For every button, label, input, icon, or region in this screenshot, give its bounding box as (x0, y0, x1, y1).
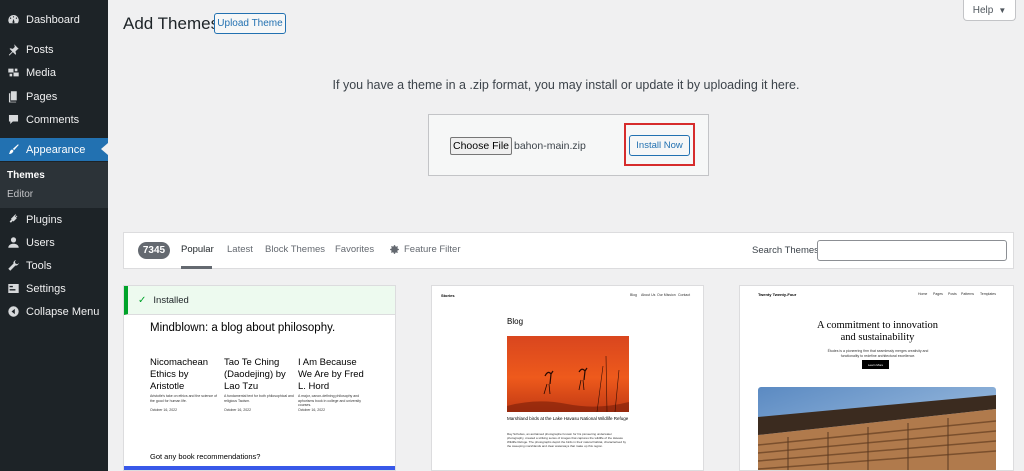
preview-nav-item: Contact (678, 293, 691, 297)
preview-nav-item: Pages (933, 292, 943, 296)
admin-sidebar: Dashboard Posts Media Pages Comments App… (0, 0, 108, 471)
upload-form: Choose File bahon-main.zip Install Now (428, 114, 709, 176)
collapse-icon (6, 305, 20, 319)
upload-description: If you have a theme in a .zip format, yo… (332, 78, 800, 92)
preview-nav-item: Blog (630, 293, 638, 297)
preview-post-title: Tao Te Ching (Daodejing) by Lao Tzu (224, 357, 286, 392)
pin-icon (6, 43, 20, 57)
preview-post-excerpt: Aristotle's take on ethics and the scien… (150, 394, 218, 403)
sidebar-item-label: Settings (26, 282, 66, 295)
sidebar-item-label: Posts (26, 43, 54, 56)
installed-notice: ✓ Installed (124, 286, 395, 315)
preview-site-title: Stories (441, 293, 455, 298)
theme-count-badge: 7345 (138, 242, 170, 259)
selected-file-name: bahon-main.zip (514, 140, 586, 152)
preview-nav-item: Templates (980, 292, 996, 296)
feature-filter-button[interactable]: Feature Filter (389, 244, 461, 255)
theme-card-installed[interactable]: ✓ Installed Mindblown: a blog about phil… (123, 285, 396, 471)
settings-icon (6, 282, 20, 296)
help-label: Help (972, 4, 994, 16)
gear-icon (390, 245, 399, 254)
theme-filter-bar: 7345 Popular Latest Block Themes Favorit… (123, 232, 1014, 269)
preview-body-text: Ray Schultes, an acclaimed photographer … (507, 432, 627, 448)
sidebar-item-plugins[interactable]: Plugins (0, 208, 108, 231)
sidebar-item-label: Media (26, 66, 56, 79)
preview-headline: A commitment to innovation and sustainab… (816, 320, 939, 343)
plug-icon (6, 213, 20, 227)
sidebar-item-dashboard[interactable]: Dashboard (0, 8, 108, 31)
preview-footer-text: Got any book recommendations? (150, 452, 261, 461)
card-footer-bar (124, 466, 395, 470)
preview-nav-item: Patterns (961, 292, 975, 296)
tab-latest[interactable]: Latest (227, 244, 253, 255)
checkmark-icon: ✓ (138, 294, 147, 306)
sidebar-item-tools[interactable]: Tools (0, 254, 108, 277)
sidebar-item-label: Comments (26, 113, 80, 126)
feature-filter-label: Feature Filter (404, 244, 461, 256)
user-icon (6, 236, 20, 250)
preview-heading: Mindblown: a blog about philosophy. (150, 322, 336, 334)
sidebar-item-pages[interactable]: Pages (0, 85, 108, 108)
preview-image-building (758, 387, 996, 470)
pages-icon (6, 90, 20, 104)
preview-nav-item: Posts (948, 292, 957, 296)
search-themes-input[interactable] (817, 240, 1007, 261)
media-icon (6, 66, 20, 80)
sidebar-item-users[interactable]: Users (0, 231, 108, 254)
preview-nav-item: About Us (641, 293, 656, 297)
dashboard-icon (6, 13, 20, 27)
preview-post-title: I Am Because We Are by Fred L. Hord (298, 357, 364, 392)
sidebar-item-label: Plugins (26, 213, 63, 226)
active-indicator (101, 143, 108, 155)
preview-post-date: October 16, 2022 (298, 408, 326, 412)
submenu-item-editor[interactable]: Editor (7, 189, 33, 200)
preview-post-date: October 16, 2022 (224, 408, 252, 412)
sidebar-item-settings[interactable]: Settings (0, 277, 108, 300)
paintbrush-icon (6, 143, 20, 157)
tab-block-themes[interactable]: Block Themes (265, 244, 325, 255)
sidebar-item-label: Tools (26, 259, 52, 272)
page-title: Add Themes (123, 14, 220, 33)
sidebar-item-label: Collapse Menu (26, 305, 100, 318)
preview-image-birds (507, 336, 629, 412)
building-illustration (758, 395, 996, 470)
theme-card-twenty-twenty-four[interactable]: Twenty Twenty-Four Home Pages Posts Patt… (739, 285, 1014, 471)
appearance-submenu: Themes Editor (0, 162, 108, 208)
collapse-menu-button[interactable]: Collapse Menu (0, 300, 108, 323)
installed-label: Installed (153, 294, 189, 306)
preview-site-title: Twenty Twenty-Four (758, 292, 797, 297)
sidebar-item-label: Appearance (26, 143, 86, 156)
preview-heading: Blog (507, 317, 524, 326)
submenu-item-themes[interactable]: Themes (7, 170, 45, 181)
preview-post-excerpt: A fundamental text for both philosophica… (224, 394, 294, 403)
preview-caption: Marshland birds at the Lake Havasu Natio… (507, 416, 629, 421)
sidebar-item-posts[interactable]: Posts (0, 38, 108, 61)
preview-post-excerpt: A major, canon-defining philosophy and a… (298, 394, 362, 407)
sidebar-item-media[interactable]: Media (0, 61, 108, 84)
preview-post-date: October 16, 2022 (150, 408, 178, 412)
sidebar-item-label: Pages (26, 90, 58, 103)
upload-theme-button[interactable]: Upload Theme (214, 13, 286, 34)
birds-illustration (507, 355, 629, 412)
tab-popular[interactable]: Popular (181, 244, 214, 255)
choose-file-button[interactable]: Choose File (450, 137, 512, 155)
active-tab-indicator (181, 266, 212, 269)
wrench-icon (6, 259, 20, 273)
preview-post-title: Nicomachean Ethics by Aristotle (150, 357, 209, 392)
preview-nav-item: Home (918, 292, 928, 296)
theme-card-stories[interactable]: Stories Blog About Us Our Mission Contac… (431, 285, 704, 471)
preview-subtext: Études is a pioneering firm that seamles… (827, 349, 929, 358)
caret-down-icon: ▼ (998, 5, 1007, 15)
search-themes-label: Search Themes (752, 245, 819, 256)
sidebar-item-appearance[interactable]: Appearance (0, 138, 108, 161)
tab-favorites[interactable]: Favorites (335, 244, 374, 255)
preview-cta-button: Learn More (862, 360, 889, 369)
preview-nav-item: Our Mission (657, 293, 676, 297)
comment-icon (6, 113, 20, 127)
sidebar-item-label: Users (26, 236, 55, 249)
install-now-button[interactable]: Install Now (629, 135, 690, 156)
help-button[interactable]: Help ▼ (963, 0, 1016, 21)
sidebar-item-label: Dashboard (26, 13, 80, 26)
sidebar-item-comments[interactable]: Comments (0, 108, 108, 131)
